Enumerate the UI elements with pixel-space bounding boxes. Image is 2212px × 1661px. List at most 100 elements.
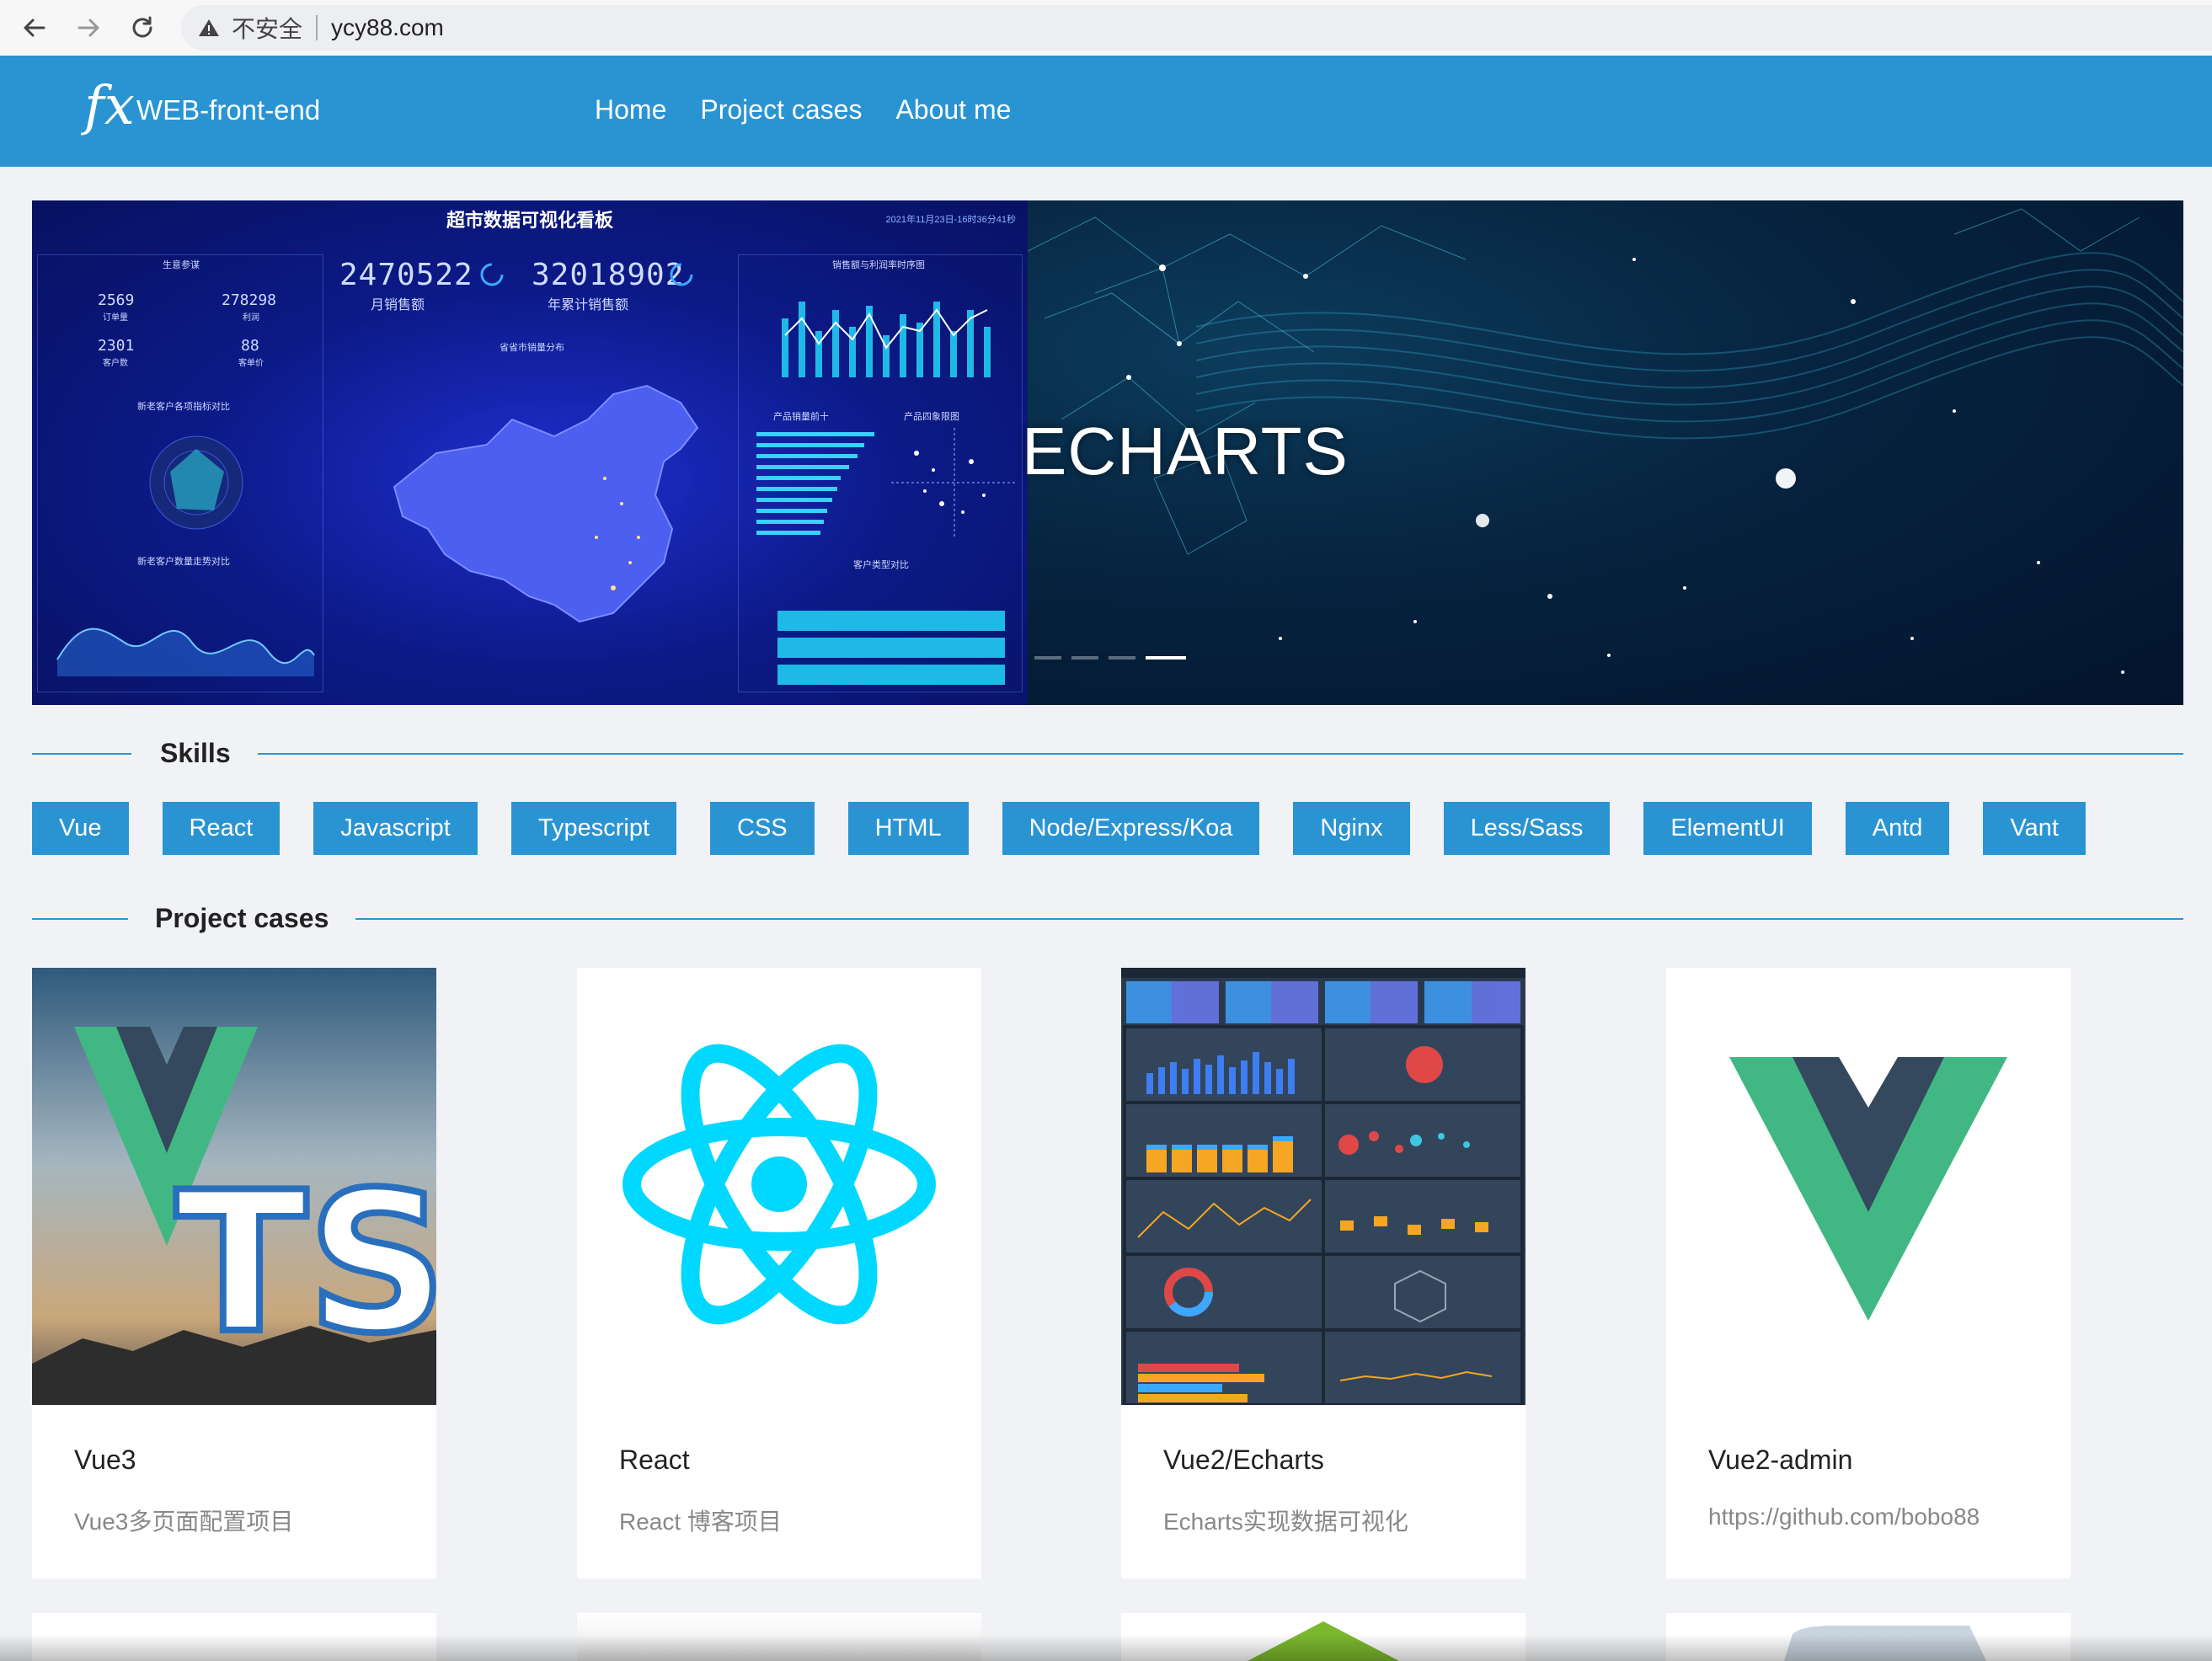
browser-toolbar: 不安全 ycy88.com — [0, 0, 2212, 56]
projects-title: Project cases — [155, 903, 329, 933]
carousel-indicators — [1034, 656, 1186, 660]
project-thumbnail[interactable] — [577, 968, 981, 1405]
panel-label: 销售额与利润率时序图 — [832, 260, 925, 270]
panel-label: 产品销量前十 — [773, 412, 829, 422]
project-title[interactable]: Vue2-admin — [1708, 1445, 1852, 1476]
trend-area-chart — [56, 628, 315, 676]
stat-label: 客户数 — [103, 359, 128, 368]
reload-button[interactable] — [121, 7, 163, 49]
panel-label: 生意参谋 — [163, 260, 200, 270]
skill-tag[interactable]: Javascript — [313, 802, 478, 855]
address-bar[interactable]: 不安全 ycy88.com — [181, 5, 2212, 51]
stat-label: 客单价 — [238, 359, 264, 368]
stat-value: 88 — [241, 337, 259, 355]
skill-tag[interactable]: ElementUI — [1643, 802, 1812, 855]
project-desc: React 博客项目 — [619, 1509, 782, 1535]
hero-carousel[interactable]: 超市数据可视化看板 2021年11月23日-16时36分41秒 生意参谋 256… — [32, 200, 2183, 705]
react-logo-icon — [622, 1044, 936, 1325]
back-button[interactable] — [13, 7, 56, 49]
project-desc: Echarts实现数据可视化 — [1163, 1509, 1408, 1535]
carousel-indicator-active[interactable] — [1146, 656, 1186, 660]
project-card-vue2-echarts[interactable]: Vue2/Echarts Echarts实现数据可视化 — [1121, 968, 1525, 1578]
sales-bar-line-chart — [782, 302, 991, 377]
skill-tag[interactable]: Typescript — [510, 802, 677, 855]
logo-text[interactable]: WEB-front-end — [136, 94, 320, 126]
vue-ts-logo-image: TS — [32, 968, 436, 1405]
vue-logo-icon — [1729, 1057, 2007, 1321]
panel-label: 产品四象限图 — [904, 412, 959, 422]
nav-about-me[interactable]: About me — [895, 94, 1011, 126]
dashboard-title: 超市数据可视化看板 — [446, 210, 613, 231]
project-thumbnail-partial — [1248, 1621, 1399, 1661]
project-card[interactable] — [1666, 1613, 2070, 1661]
dashboard-timestamp: 2021年11月23日-16时36分41秒 — [885, 215, 1017, 225]
kpi-value: 32018902 — [532, 258, 685, 292]
china-map — [393, 384, 699, 623]
section-divider — [258, 753, 2183, 755]
project-card-vue2-admin[interactable]: Vue2-admin https://github.com/bobo88 — [1666, 968, 2070, 1578]
skill-tag[interactable]: CSS — [710, 802, 815, 855]
nav-home[interactable]: Home — [595, 94, 666, 126]
skill-tag[interactable]: Less/Sass — [1443, 802, 1611, 855]
loading-ring-icon — [480, 263, 504, 286]
project-card[interactable] — [32, 1613, 436, 1661]
project-title[interactable]: Vue2/Echarts — [1163, 1445, 1324, 1476]
loading-ring-icon — [670, 263, 693, 286]
section-divider — [32, 753, 131, 755]
kpi-label: 年累计销售额 — [548, 298, 629, 312]
reload-icon — [132, 16, 152, 38]
stat-label: 订单量 — [103, 313, 128, 323]
forward-arrow-icon — [77, 19, 99, 37]
skill-tag[interactable]: Vue — [32, 802, 129, 855]
project-card-vue3[interactable]: TS Vue3 Vue3多页面配置项目 — [32, 968, 436, 1578]
forward-button[interactable] — [67, 7, 110, 49]
section-divider — [32, 918, 128, 920]
stat-value: 2301 — [98, 337, 135, 355]
stat-label: 利润 — [243, 313, 259, 323]
nav-project-cases[interactable]: Project cases — [700, 94, 862, 126]
skill-tag[interactable]: Nginx — [1293, 802, 1410, 855]
project-card[interactable] — [1121, 1613, 1525, 1661]
stat-value: 278298 — [222, 291, 277, 309]
skill-tag[interactable]: React — [162, 802, 281, 855]
project-title[interactable]: Vue3 — [74, 1445, 136, 1476]
ts-logo-text: TS — [175, 1151, 436, 1376]
project-desc: Vue3多页面配置项目 — [74, 1509, 294, 1535]
project-card[interactable] — [577, 1613, 981, 1661]
project-thumbnail[interactable] — [1121, 968, 1525, 1405]
skill-tag[interactable]: Vant — [1983, 802, 2086, 855]
kpi-label: 月销售额 — [371, 298, 425, 312]
project-thumbnail-partial — [1784, 1626, 1986, 1661]
security-label[interactable]: 不安全 — [232, 11, 302, 45]
url-text[interactable]: ycy88.com — [331, 14, 444, 41]
skills-title: Skills — [160, 738, 231, 768]
carousel-indicator[interactable] — [1109, 656, 1135, 660]
skill-tag[interactable]: Node/Express/Koa — [1002, 802, 1260, 855]
carousel-indicator[interactable] — [1034, 656, 1061, 660]
main-nav: Home Project cases About me — [595, 94, 1011, 126]
projects-section-header: Project cases — [32, 901, 2183, 935]
dashboard-preview: 超市数据可视化看板 2021年11月23日-16时36分41秒 生意参谋 256… — [32, 200, 1028, 705]
panel-label: 新老客户数量走势对比 — [137, 557, 230, 567]
kpi-value: 2470522 — [339, 258, 473, 292]
top10-bar-chart — [756, 432, 874, 535]
project-card-react[interactable]: React React 博客项目 — [577, 968, 981, 1578]
skills-section-header: Skills — [32, 736, 2183, 770]
section-divider — [355, 918, 2183, 920]
stat-value: 2569 — [98, 291, 135, 309]
panel-label: 新老客户各项指标对比 — [137, 402, 230, 412]
logo-mark[interactable]: fx — [84, 72, 135, 140]
site-header: fx WEB-front-end Home Project cases Abou… — [0, 56, 2212, 167]
project-title[interactable]: React — [619, 1445, 690, 1476]
slide-caption: ECHARTS — [1022, 414, 1349, 489]
carousel-indicator[interactable] — [1071, 656, 1098, 660]
skills-list: Vue React Javascript Typescript CSS HTML… — [32, 802, 2086, 855]
project-thumbnail[interactable] — [1666, 968, 2070, 1405]
project-thumbnail[interactable]: TS — [32, 968, 436, 1405]
customer-type-table — [777, 611, 1005, 685]
skill-tag[interactable]: Antd — [1845, 802, 1950, 855]
warning-icon — [199, 19, 219, 36]
skill-tag[interactable]: HTML — [847, 802, 969, 855]
address-separator — [316, 15, 318, 40]
panel-label: 省省市销量分布 — [500, 343, 564, 353]
